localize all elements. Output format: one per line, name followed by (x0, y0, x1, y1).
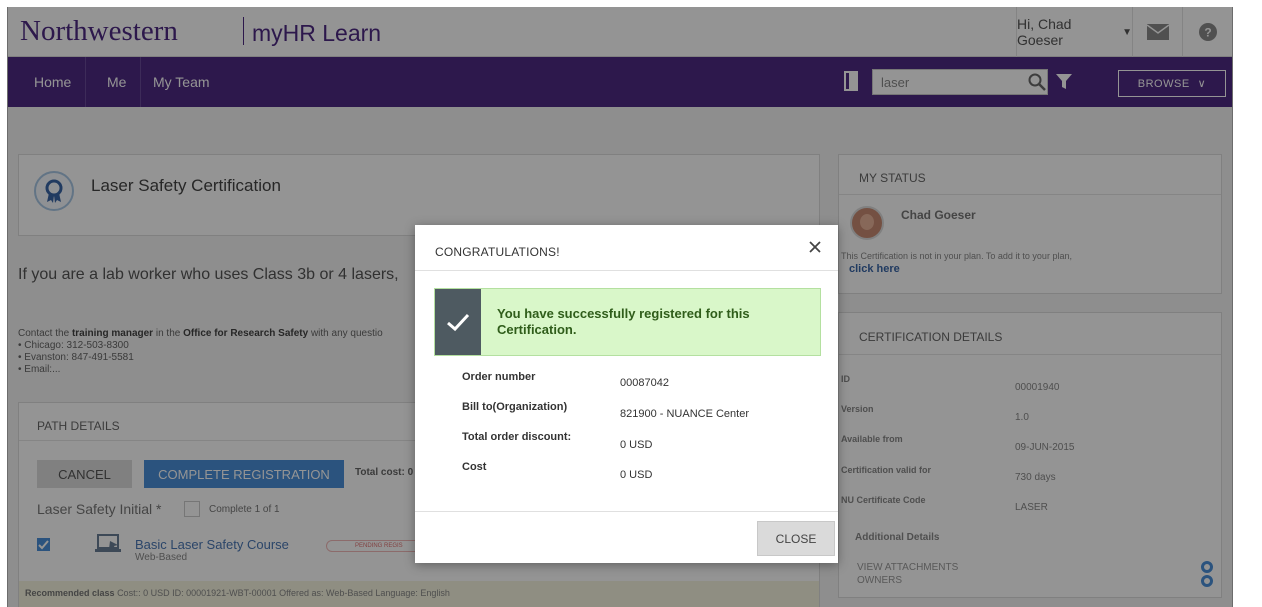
congratulations-dialog: CONGRATULATIONS! You have successfully r… (415, 225, 838, 563)
dialog-title: CONGRATULATIONS! (435, 245, 560, 259)
success-banner: You have successfully registered for thi… (434, 288, 821, 356)
order-number-value: 00087042 (620, 377, 669, 389)
cost-label: Cost (462, 461, 487, 473)
bill-to-value: 821900 - NUANCE Center (620, 408, 750, 420)
check-icon (435, 289, 481, 355)
cost-value: 0 USD (620, 469, 653, 481)
close-icon[interactable] (808, 240, 822, 254)
discount-label: Total order discount: (462, 431, 572, 443)
order-number-label: Order number (462, 371, 536, 383)
success-message: You have successfully registered for thi… (497, 306, 750, 337)
discount-value: 0 USD (620, 439, 653, 451)
dialog-footer-divider (415, 511, 838, 512)
close-button[interactable]: CLOSE (757, 521, 835, 556)
dialog-divider (415, 270, 838, 271)
bill-to-label: Bill to(Organization) (462, 401, 568, 413)
